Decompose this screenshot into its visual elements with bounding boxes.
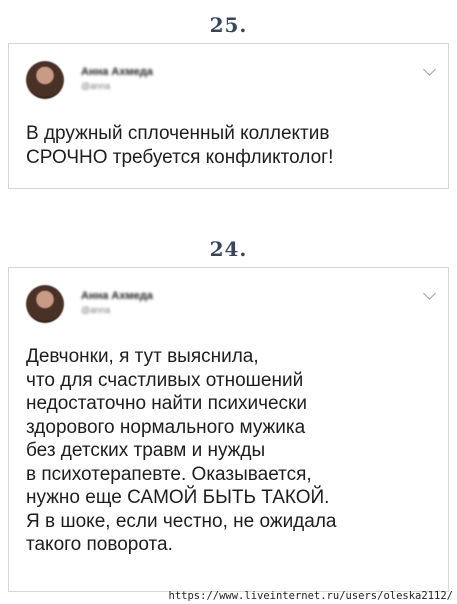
author-name[interactable]: Анна Ахмеда <box>81 290 153 302</box>
chevron-down-icon[interactable] <box>423 287 436 300</box>
author-name[interactable]: Анна Ахмеда <box>81 66 153 78</box>
tweet-text: Девчонки, я тут выяснила, что для счастл… <box>26 346 337 555</box>
tweet-card[interactable]: Анна Ахмеда @anna Девчонки, я тут выясни… <box>8 267 449 592</box>
author-handle[interactable]: @anna <box>81 81 110 91</box>
chevron-down-icon[interactable] <box>423 63 436 76</box>
author-handle[interactable]: @anna <box>81 305 110 315</box>
avatar[interactable] <box>26 61 64 99</box>
tweet-text: В дружный сплоченный коллектив СРОЧНО тр… <box>26 123 334 168</box>
avatar[interactable] <box>26 285 64 323</box>
tweet-card[interactable]: Анна Ахмеда @anna В дружный сплоченный к… <box>8 43 449 189</box>
post-number: 25. <box>209 13 248 37</box>
watermark-url: https://www.liveinternet.ru/users/oleska… <box>168 590 453 602</box>
post-number: 24. <box>209 237 248 261</box>
